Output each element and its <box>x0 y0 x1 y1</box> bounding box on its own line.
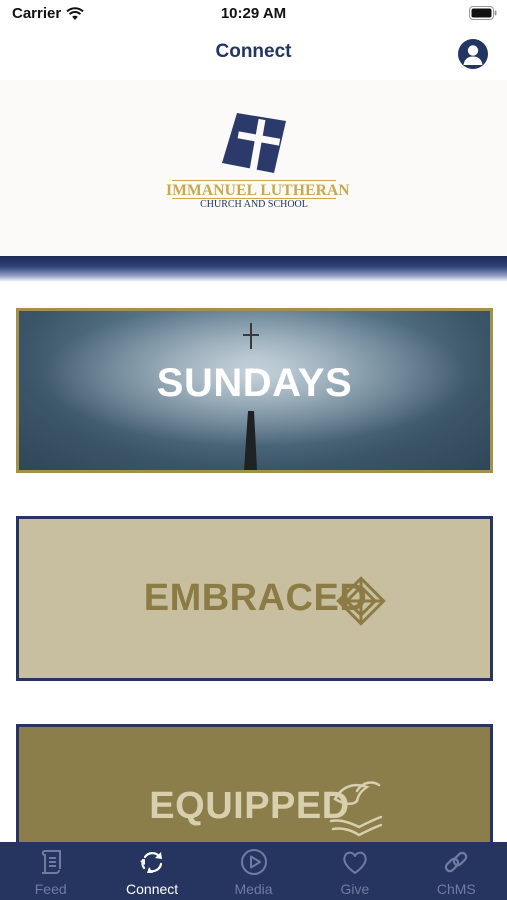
sundays-label: SUNDAYS <box>156 361 353 405</box>
tab-give[interactable]: Give <box>304 842 405 900</box>
heart-icon <box>343 851 367 874</box>
tab-media-label: Media <box>234 881 273 897</box>
tab-feed-label: Feed <box>34 881 67 897</box>
header-gradient-band <box>0 256 507 282</box>
link-icon <box>445 851 468 873</box>
tab-connect[interactable]: Connect <box>101 842 202 900</box>
status-bar: Carrier 10:29 AM <box>0 0 507 28</box>
sundays-card[interactable]: SUNDAYS <box>16 308 493 473</box>
tab-give-label: Give <box>340 881 370 897</box>
play-circle-icon <box>240 849 267 875</box>
tab-media[interactable]: Media <box>203 842 304 900</box>
logo-divider-top <box>172 180 336 181</box>
scroll-icon <box>41 850 61 874</box>
tab-connect-label: Connect <box>126 881 179 897</box>
tab-bar: Feed Connect Media Give ChMS <box>0 842 507 900</box>
dove-hands-icon <box>329 781 383 837</box>
user-icon <box>463 45 483 65</box>
tab-chms[interactable]: ChMS <box>406 842 507 900</box>
church-logo: IMMANUEL LUTHERAN CHURCH AND SCHOOL <box>166 113 350 213</box>
cross-icon <box>222 113 286 173</box>
tab-feed[interactable]: Feed <box>0 842 101 900</box>
tab-chms-label: ChMS <box>436 881 476 897</box>
embraced-card[interactable]: EMBRACED <box>16 516 493 681</box>
logo-subtitle: CHURCH AND SCHOOL <box>200 199 308 210</box>
status-time: 10:29 AM <box>220 5 287 22</box>
page-title: Connect <box>215 41 292 62</box>
profile-button[interactable] <box>458 39 488 69</box>
church-logo-banner: IMMANUEL LUTHERAN CHURCH AND SCHOOL <box>0 80 507 256</box>
navigation-bar: Connect <box>0 28 507 80</box>
refresh-cycle-icon <box>140 852 163 873</box>
battery-icon <box>469 6 497 20</box>
interlocked-square-icon <box>336 576 386 626</box>
